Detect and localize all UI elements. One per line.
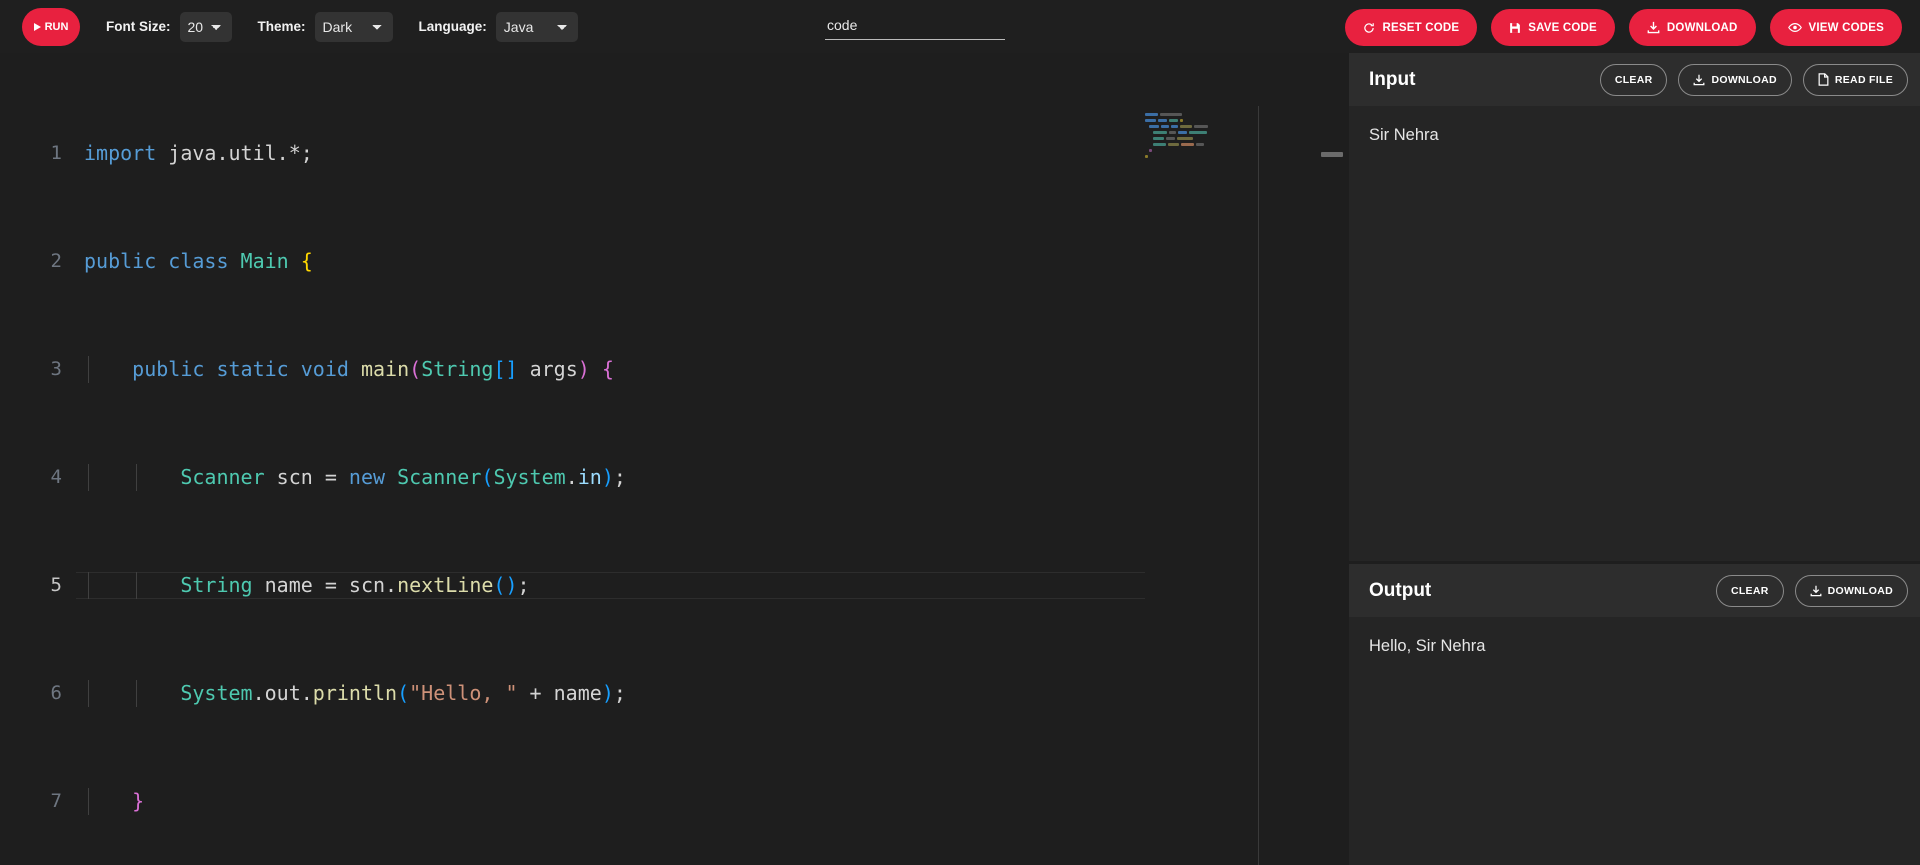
view-codes-button[interactable]: VIEW CODES (1769, 9, 1902, 46)
output-clear-label: CLEAR (1730, 584, 1769, 597)
line-number: 4 (50, 466, 62, 488)
code-line-text: } (132, 789, 145, 813)
output-console[interactable]: Hello, Sir Nehra (1349, 617, 1920, 865)
download-icon (1810, 585, 1822, 596)
run-button[interactable]: RUN (22, 7, 80, 46)
filename-input[interactable] (825, 14, 1005, 40)
editor-minimap[interactable] (1145, 112, 1223, 865)
code-line-text: Scanner scn = new Scanner(System.in); (180, 465, 626, 489)
filename-field-wrap (825, 14, 1005, 40)
minimap-line (1145, 124, 1223, 129)
code-line-text: String name = scn.nextLine(); (180, 573, 530, 597)
language-select[interactable]: Java (495, 11, 578, 42)
code-editor[interactable]: 1 import java.util.*; 2 public class Mai… (0, 53, 1315, 865)
minimap-line (1145, 112, 1223, 117)
code-line[interactable]: 7 } (0, 788, 1315, 815)
top-toolbar: RUN Font Size: 20 Theme: Dark Language: … (0, 0, 1920, 53)
input-panel: Input CLEAR DOWNLOAD READ FILE Sir Nehra (1349, 53, 1920, 561)
input-read-file-button[interactable]: READ FILE (1802, 63, 1908, 96)
input-panel-header: Input CLEAR DOWNLOAD READ FILE (1349, 53, 1920, 106)
minimap-line (1145, 130, 1223, 135)
file-icon (1818, 73, 1829, 86)
line-number: 7 (50, 790, 62, 812)
code-line-text: public class Main { (84, 249, 313, 273)
line-number: 6 (50, 682, 62, 704)
output-panel-title: Output (1369, 579, 1432, 601)
minimap-line (1145, 136, 1223, 141)
input-read-file-label: READ FILE (1834, 73, 1893, 86)
run-button-label: RUN (44, 20, 69, 33)
font-size-select[interactable]: 20 (179, 11, 232, 42)
minimap-line (1145, 142, 1223, 147)
play-icon (33, 22, 41, 31)
save-code-button[interactable]: SAVE CODE (1491, 9, 1615, 46)
input-download-label: DOWNLOAD (1711, 73, 1777, 86)
minimap-line (1145, 148, 1223, 153)
line-number: 2 (50, 250, 62, 272)
code-line-active[interactable]: 5 String name = scn.nextLine(); (0, 572, 1315, 599)
output-panel-header: Output CLEAR DOWNLOAD (1349, 564, 1920, 617)
language-label: Language: (418, 19, 487, 34)
download-icon (1694, 74, 1705, 85)
eye-icon (1787, 23, 1802, 32)
code-line-text: public static void main(String[] args) { (132, 357, 614, 381)
view-codes-label: VIEW CODES (1808, 21, 1884, 34)
code-line[interactable]: 4 Scanner scn = new Scanner(System.in); (0, 464, 1315, 491)
input-textarea[interactable]: Sir Nehra (1349, 106, 1920, 561)
output-download-label: DOWNLOAD (1827, 584, 1893, 597)
code-line-text: import java.util.*; (84, 141, 313, 165)
code-line[interactable]: 2 public class Main { (0, 248, 1315, 275)
theme-label: Theme: (257, 19, 306, 34)
reset-code-button[interactable]: RESET CODE (1345, 9, 1478, 46)
refresh-icon (1364, 22, 1375, 33)
toolbar-actions: RESET CODE SAVE CODE DOWNLOAD VIEW CODES (1345, 9, 1902, 46)
input-clear-button[interactable]: CLEAR (1599, 63, 1668, 96)
code-line-text: System.out.println("Hello, " + name); (180, 681, 626, 705)
editor-right-gutter (1259, 106, 1315, 865)
download-icon (1647, 21, 1660, 34)
input-panel-title: Input (1369, 68, 1416, 90)
line-number: 5 (50, 574, 62, 596)
line-number: 3 (50, 358, 62, 380)
code-lines[interactable]: 1 import java.util.*; 2 public class Mai… (0, 59, 1315, 865)
input-clear-label: CLEAR (1614, 73, 1653, 86)
line-number: 1 (50, 142, 62, 164)
theme-select[interactable]: Dark (314, 11, 393, 42)
reset-code-label: RESET CODE (1382, 21, 1460, 34)
code-line[interactable]: 6 System.out.println("Hello, " + name); (0, 680, 1315, 707)
minimap-line (1145, 118, 1223, 123)
output-clear-button[interactable]: CLEAR (1715, 574, 1784, 607)
input-download-button[interactable]: DOWNLOAD (1678, 63, 1792, 96)
minimap-line (1145, 154, 1223, 159)
save-code-label: SAVE CODE (1528, 21, 1597, 34)
io-pane: Input CLEAR DOWNLOAD READ FILE Sir Nehra (1349, 53, 1920, 865)
code-line[interactable]: 1 import java.util.*; (0, 140, 1315, 167)
splitter-grip[interactable] (1321, 152, 1343, 157)
font-size-label: Font Size: (106, 19, 171, 34)
code-line[interactable]: 3 public static void main(String[] args)… (0, 356, 1315, 383)
output-panel: Output CLEAR DOWNLOAD Hello, Sir Nehra (1349, 564, 1920, 865)
download-code-label: DOWNLOAD (1666, 21, 1738, 34)
save-disk-icon (1510, 22, 1521, 33)
output-download-button[interactable]: DOWNLOAD (1794, 574, 1908, 607)
download-code-button[interactable]: DOWNLOAD (1628, 9, 1756, 46)
panel-splitter[interactable] (1315, 53, 1349, 865)
